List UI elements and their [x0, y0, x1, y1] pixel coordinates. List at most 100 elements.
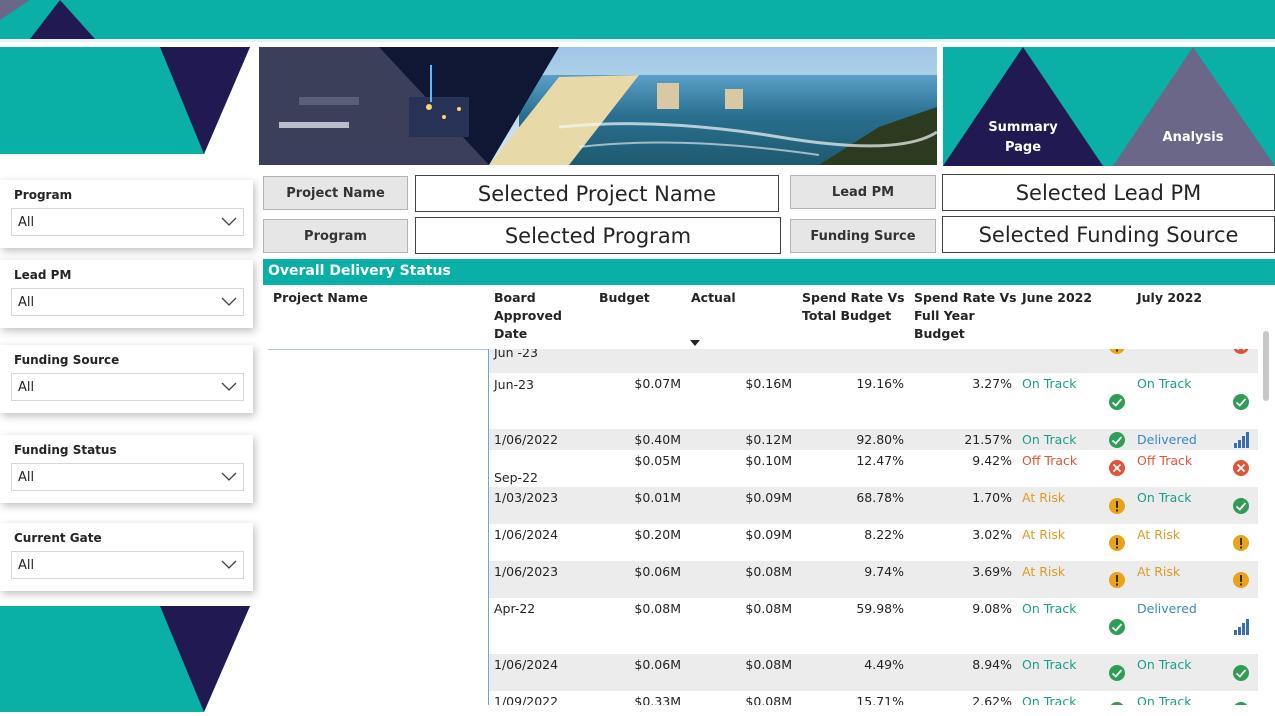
slicer-funding-status: Funding Status All [0, 435, 253, 503]
table-row[interactable]: Apr-22 $0.08M $0.08M 59.98% 9.08% On Track Del… [489, 598, 1258, 654]
left-decoration-bottom [0, 606, 250, 716]
selected-funding-source-card: Selected Funding Source [942, 216, 1275, 253]
exclamation-circle-icon [1108, 571, 1126, 589]
check-circle-icon [1108, 431, 1126, 449]
spend-rate-total-cell: 12.47% [856, 453, 904, 468]
board-approved-date-cell: 1/06/2024 [494, 657, 559, 672]
exclamation-circle-icon [1108, 349, 1126, 355]
sort-descending-icon [690, 340, 700, 346]
slicer-program: Program All [0, 180, 253, 248]
check-circle-icon [1108, 393, 1126, 411]
slicer-title: Funding Status [14, 443, 117, 457]
slicer-value: All [18, 558, 35, 573]
exclamation-circle-icon [1232, 534, 1250, 552]
budget-cell: $0.05M [634, 453, 681, 468]
table-row[interactable]: 1/09/2022 $0.33M $0.08M 15.71% 2.62% On Track… [489, 691, 1258, 705]
current-gate-dropdown[interactable]: All [11, 551, 244, 579]
july-status-cell: Delivered [1137, 432, 1197, 447]
program-label: Program [263, 219, 408, 253]
june-status-cell: On Track [1022, 657, 1077, 672]
spend-rate-full-year-cell: 21.57% [964, 432, 1012, 447]
column-header-project-name[interactable]: Project Name [273, 289, 368, 307]
banner-triangles-icon [0, 0, 95, 39]
slicer-title: Program [14, 188, 73, 202]
budget-cell: $0.06M [634, 564, 681, 579]
july-status-cell: On Track [1137, 376, 1192, 391]
table-row[interactable]: 1/06/2024 $0.06M $0.08M 4.49% 8.94% On Track O… [489, 654, 1258, 691]
july-status-cell: Off Track [1137, 453, 1193, 468]
table-row[interactable]: 1/06/2022 $0.40M $0.12M 92.80% 21.57% On Trac… [489, 429, 1258, 450]
column-header-spend-rate-total[interactable]: Spend Rate Vs Total Budget [802, 289, 905, 325]
project-name-label: Project Name [263, 176, 408, 210]
column-header-spend-rate-full-year[interactable]: Spend Rate Vs Full Year Budget [914, 289, 1017, 343]
selected-lead-pm-card: Selected Lead PM [942, 174, 1275, 211]
board-approved-date-cell: 1/03/2023 [494, 490, 559, 505]
column-header-actual[interactable]: Actual [691, 289, 736, 307]
column-header-board-approved-date[interactable]: Board Approved Date [494, 289, 562, 343]
funding-status-dropdown[interactable]: All [11, 463, 244, 491]
x-circle-icon [1232, 349, 1250, 355]
column-header-july-2022[interactable]: July 2022 [1137, 289, 1202, 307]
table-scrollbar[interactable] [1263, 331, 1269, 401]
summary-page-button[interactable]: Summary Page [973, 118, 1073, 158]
spend-rate-total-cell: 59.98% [856, 601, 904, 616]
table-row[interactable]: 1/06/2024 $0.20M $0.09M 8.22% 3.02% At Risk At… [489, 524, 1258, 561]
spend-rate-full-year-cell: 3.69% [972, 564, 1012, 579]
slicer-value: All [18, 380, 35, 395]
table-row[interactable]: Jun -23 [489, 349, 1258, 373]
june-status-cell: On Track [1022, 601, 1077, 616]
slicer-lead-pm: Lead PM All [0, 260, 253, 328]
selected-program-card: Selected Program [415, 217, 781, 254]
table-row[interactable]: Sep-22 $0.05M $0.10M 12.47% 9.42% Off Track Of… [489, 450, 1258, 487]
column-header-june-2022[interactable]: June 2022 [1022, 289, 1092, 307]
exclamation-circle-icon [1108, 497, 1126, 515]
lead-pm-label: Lead PM [790, 175, 936, 209]
table-row[interactable]: Jun-23 $0.07M $0.16M 19.16% 3.27% On Track On … [489, 373, 1258, 429]
check-circle-icon [1232, 497, 1250, 515]
program-dropdown[interactable]: All [11, 208, 244, 236]
board-approved-date-cell: Sep-22 [494, 470, 538, 485]
board-approved-date-cell: 1/06/2022 [494, 432, 559, 447]
check-circle-icon [1232, 393, 1250, 411]
budget-cell: $0.06M [634, 657, 681, 672]
june-status-cell: Off Track [1022, 453, 1078, 468]
analysis-button[interactable]: Analysis [1143, 128, 1243, 148]
june-status-cell: At Risk [1022, 490, 1066, 505]
board-approved-date-cell: 1/06/2023 [494, 564, 559, 579]
chevron-down-icon [221, 382, 237, 391]
page-navigation: Summary Page Analysis [943, 47, 1275, 166]
actual-cell: $0.12M [745, 432, 792, 447]
funding-source-dropdown[interactable]: All [11, 373, 244, 401]
lead-pm-dropdown[interactable]: All [11, 288, 244, 316]
june-status-cell: On Track [1022, 694, 1077, 705]
left-decoration-top [0, 47, 250, 154]
slicer-value: All [18, 470, 35, 485]
table-row[interactable]: 1/06/2023 $0.06M $0.08M 9.74% 3.69% At Risk At… [489, 561, 1258, 598]
spend-rate-full-year-cell: 3.02% [972, 527, 1012, 542]
spend-rate-total-cell: 4.49% [864, 657, 904, 672]
board-approved-date-cell: Apr-22 [494, 601, 536, 616]
slicer-funding-source: Funding Source All [0, 345, 253, 413]
board-approved-date-cell: 1/06/2024 [494, 527, 559, 542]
actual-cell: $0.09M [745, 527, 792, 542]
bar-chart-icon [1232, 431, 1250, 449]
check-circle-icon [1108, 618, 1126, 636]
chevron-down-icon [221, 217, 237, 226]
check-circle-icon [1108, 701, 1126, 705]
july-status-cell: On Track [1137, 694, 1192, 705]
july-status-cell: Delivered [1137, 601, 1197, 616]
spend-rate-full-year-cell: 1.70% [972, 490, 1012, 505]
table-row[interactable]: 1/03/2023 $0.01M $0.09M 68.78% 1.70% At Risk O… [489, 487, 1258, 524]
spend-rate-full-year-cell: 9.08% [972, 601, 1012, 616]
slicer-value: All [18, 215, 35, 230]
june-status-cell: On Track [1022, 432, 1077, 447]
chevron-down-icon [221, 560, 237, 569]
june-status-cell: At Risk [1022, 527, 1066, 542]
spend-rate-total-cell: 92.80% [856, 432, 904, 447]
spend-rate-full-year-cell: 3.27% [972, 376, 1012, 391]
column-header-budget[interactable]: Budget [599, 289, 650, 307]
slicer-title: Lead PM [14, 268, 72, 282]
spend-rate-total-cell: 68.78% [856, 490, 904, 505]
actual-cell: $0.09M [745, 490, 792, 505]
x-circle-icon [1108, 459, 1126, 477]
